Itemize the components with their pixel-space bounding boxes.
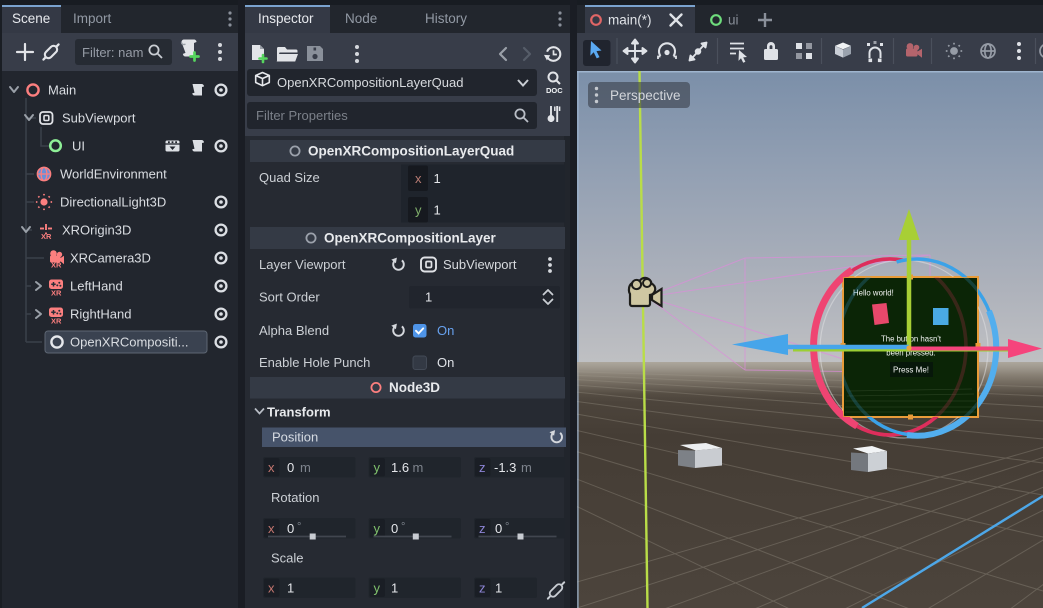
svg-text:RightHand: RightHand [70, 307, 131, 322]
svg-text:z: z [479, 581, 486, 596]
svg-text:XR: XR [51, 289, 62, 298]
svg-text:XR: XR [41, 232, 52, 241]
svg-text:0: 0 [287, 521, 294, 536]
svg-text:XR: XR [51, 261, 62, 270]
svg-text:Sort Order: Sort Order [259, 290, 320, 305]
svg-text:ui: ui [728, 13, 739, 28]
svg-text:DirectionalLight3D: DirectionalLight3D [60, 195, 166, 210]
svg-text:Quad Size: Quad Size [259, 170, 320, 185]
svg-text:1: 1 [434, 171, 441, 186]
svg-text:OpenXRCompositionLayerQuad: OpenXRCompositionLayerQuad [308, 144, 514, 159]
svg-text:Node3D: Node3D [389, 380, 440, 395]
svg-text:0: 0 [287, 460, 294, 475]
svg-text:The button hasn't: The button hasn't [881, 335, 942, 344]
svg-text:1: 1 [287, 581, 294, 596]
svg-text:WorldEnvironment: WorldEnvironment [60, 167, 167, 182]
svg-text:x: x [415, 171, 422, 186]
svg-text:x: x [268, 581, 275, 596]
svg-text:Filter Properties: Filter Properties [256, 108, 348, 123]
svg-text:1: 1 [434, 203, 441, 218]
svg-text:Perspective: Perspective [610, 88, 681, 103]
svg-text:m: m [300, 460, 311, 475]
svg-text:Position: Position [272, 430, 318, 445]
svg-text:main(*): main(*) [608, 13, 652, 28]
svg-text:Main: Main [48, 83, 76, 98]
svg-text:Press Me!: Press Me! [893, 366, 929, 375]
svg-text:OpenXRCompositi...: OpenXRCompositi... [70, 335, 189, 350]
svg-text:0: 0 [495, 521, 502, 536]
svg-text:Transform: Transform [267, 405, 331, 420]
svg-text:x: x [268, 460, 275, 475]
svg-text:SubViewport: SubViewport [443, 257, 517, 272]
svg-text:Hello world!: Hello world! [853, 289, 894, 298]
svg-text:°: ° [505, 521, 509, 533]
svg-text:Rotation: Rotation [271, 490, 319, 505]
svg-text:°: ° [297, 521, 301, 533]
svg-text:m: m [413, 460, 424, 475]
svg-text:Layer Viewport: Layer Viewport [259, 257, 346, 272]
svg-text:LeftHand: LeftHand [70, 279, 123, 294]
svg-text:0: 0 [391, 521, 398, 536]
svg-text:OpenXRCompositionLayerQuad: OpenXRCompositionLayerQuad [277, 75, 463, 90]
svg-text:XR: XR [51, 317, 62, 326]
svg-text:Filter: nam: Filter: nam [82, 45, 143, 60]
svg-text:1: 1 [495, 581, 502, 596]
svg-text:m: m [521, 460, 532, 475]
svg-text:Alpha Blend: Alpha Blend [259, 323, 329, 338]
svg-text:On: On [437, 323, 454, 338]
svg-text:1: 1 [425, 290, 432, 305]
svg-text:SubViewport: SubViewport [62, 111, 136, 126]
svg-text:On: On [437, 355, 454, 370]
svg-text:z: z [479, 521, 486, 536]
svg-text:x: x [268, 521, 275, 536]
svg-text:z: z [479, 460, 486, 475]
svg-text:XROrigin3D: XROrigin3D [62, 223, 131, 238]
svg-text:XRCamera3D: XRCamera3D [70, 251, 151, 266]
svg-text:y: y [415, 203, 422, 218]
svg-text:y: y [374, 521, 381, 536]
svg-text:OpenXRCompositionLayer: OpenXRCompositionLayer [324, 231, 497, 246]
svg-text:°: ° [401, 521, 405, 533]
svg-text:1.6: 1.6 [391, 460, 409, 475]
svg-text:y: y [374, 460, 381, 475]
svg-text:1: 1 [391, 581, 398, 596]
svg-text:UI: UI [72, 139, 85, 154]
svg-text:y: y [374, 581, 381, 596]
svg-text:-1.3: -1.3 [494, 460, 516, 475]
svg-text:Scale: Scale [271, 551, 304, 566]
svg-text:DOC: DOC [546, 86, 563, 95]
svg-text:Enable Hole Punch: Enable Hole Punch [259, 355, 370, 370]
